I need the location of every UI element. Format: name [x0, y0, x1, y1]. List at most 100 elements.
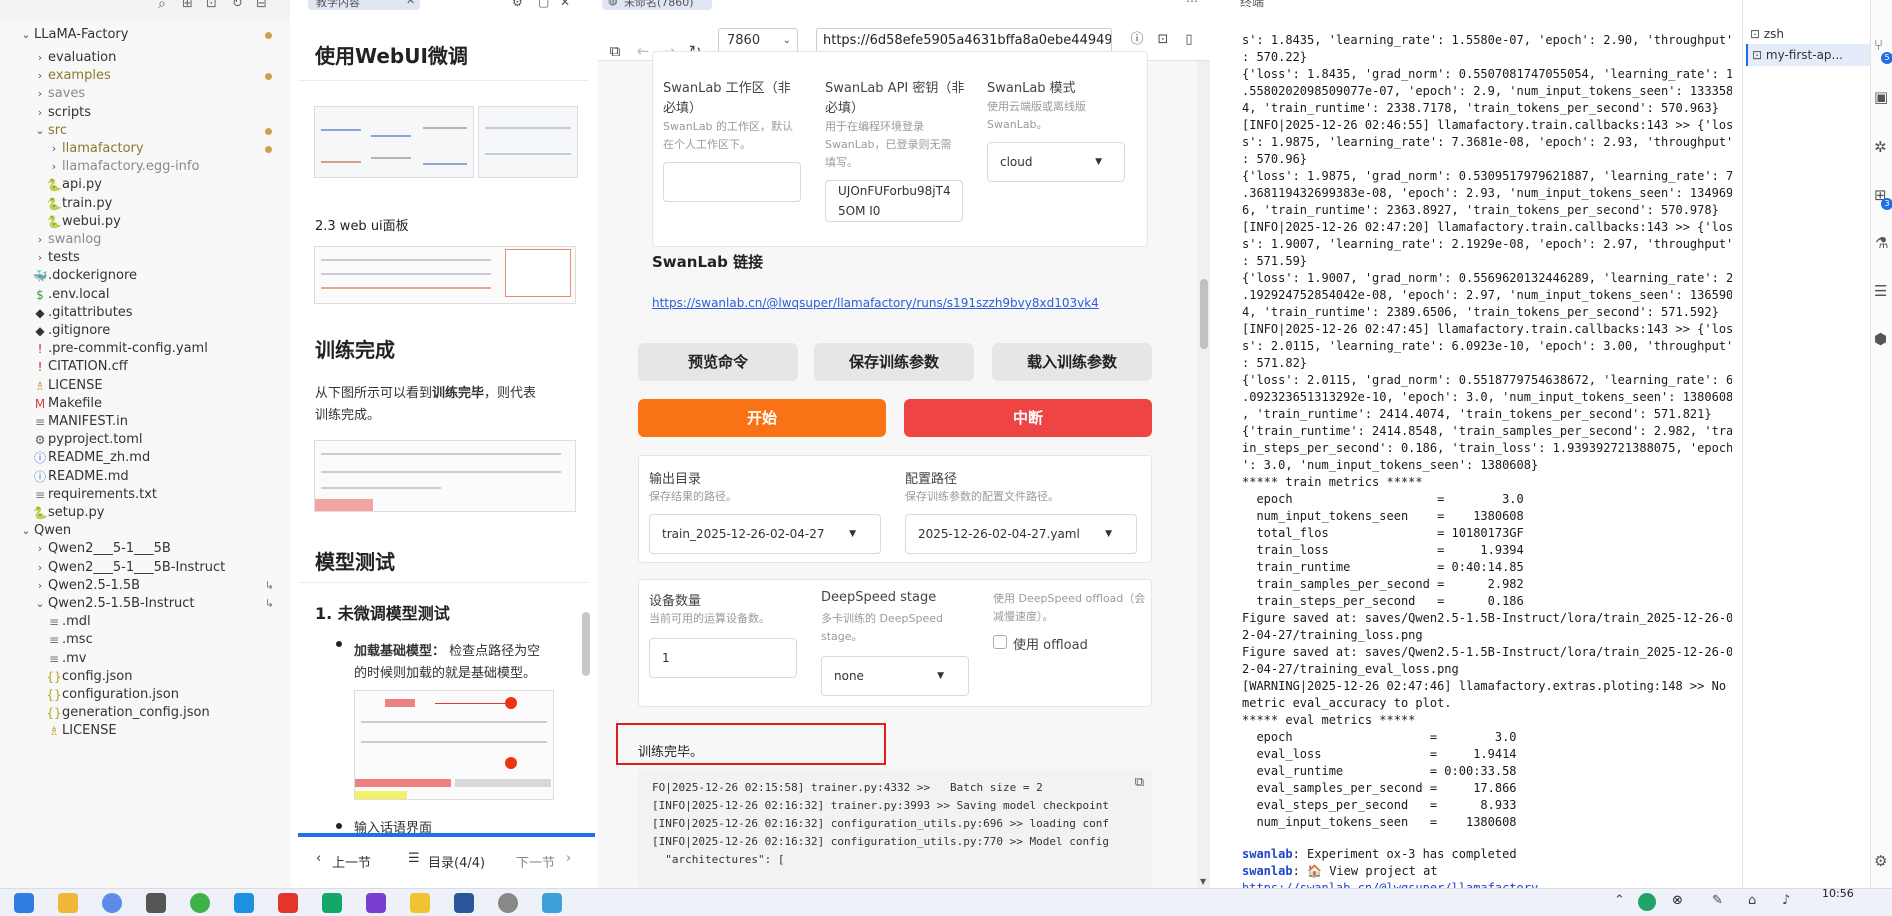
swanlab-project-link[interactable]: https://swanlab.cn/@lwqsuper/llamafactor… — [1242, 880, 1732, 888]
figure-caption: 2.3 web ui面板 — [315, 219, 409, 234]
tray-up-icon[interactable]: ⌃ — [1614, 893, 1625, 908]
swanlab-run-link[interactable]: https://swanlab.cn/@lwqsuper/llamafactor… — [652, 296, 1099, 310]
scroll-down-icon[interactable]: ▼ — [1200, 877, 1206, 886]
open-external-icon[interactable]: ⧉ — [604, 40, 626, 62]
preview-command-button[interactable]: 预览命令 — [638, 343, 798, 381]
device-count-desc: 当前可用的运算设备数。 — [649, 612, 770, 625]
config-path-select[interactable]: 2025-12-26-02-04-27.yaml ▼ — [905, 514, 1137, 554]
settings-app-icon[interactable] — [498, 893, 518, 913]
browser-icon[interactable] — [102, 893, 122, 913]
app-icon-7[interactable] — [454, 893, 474, 913]
offload-checkbox[interactable] — [993, 635, 1007, 649]
list-icon[interactable]: ☰ — [1874, 282, 1887, 300]
source-control-icon[interactable]: ⑂ — [1874, 36, 1883, 54]
config-path-desc: 保存训练参数的配置文件路径。 — [905, 490, 1059, 503]
terminal-tab-label: 终端 — [1240, 0, 1265, 9]
terminal-view-icon[interactable]: ▣ — [1874, 88, 1888, 106]
done-text-3: 训练完成。 — [315, 408, 381, 423]
flask-icon[interactable]: ⚗ — [1875, 234, 1888, 252]
gear-icon[interactable]: ⚙ — [1874, 852, 1887, 870]
next-section-button[interactable]: 下一节 — [516, 852, 555, 871]
mode-select[interactable]: cloud ▼ — [987, 142, 1125, 182]
app-icon-8[interactable] — [542, 893, 562, 913]
terminal-item-zsh[interactable]: ⊡ zsh — [1750, 24, 1870, 44]
app-icon-5[interactable] — [366, 893, 386, 913]
api-key-desc-3: 填写。 — [825, 156, 858, 169]
terminal-line: in_steps_per_second': 0.186, 'train_loss… — [1242, 441, 1732, 455]
refresh-icon[interactable]: ↻ — [232, 0, 243, 11]
done-text-1: 从下图所示可以看到 — [315, 386, 433, 401]
terminal-line: Figure saved at: saves/Qwen2.5-1.5B-Inst… — [1242, 645, 1732, 659]
package-icon[interactable]: ⬢ — [1874, 330, 1887, 348]
tutorial-nav: ‹ 上一节 ☰ 目录(4/4) 下一节 › — [298, 837, 595, 888]
terminal-item-active[interactable]: ⊡ my-first-ap... — [1746, 44, 1870, 66]
tutorial-tab[interactable]: 教学内容 ✕ — [308, 0, 420, 10]
output-dir-select[interactable]: train_2025-12-26-02-04-27 ▼ — [649, 514, 881, 554]
section-title-done: 训练完成 — [315, 338, 395, 362]
mobile-view-icon[interactable]: ▯ — [1178, 29, 1200, 51]
log-line: FO|2025-12-26 02:15:58] trainer.py:4332 … — [652, 781, 1043, 794]
browser-scrollbar-thumb[interactable] — [1200, 279, 1208, 349]
chevron-down-icon: ⌄ — [782, 35, 791, 46]
terminal-tab[interactable]: 终端 — [1240, 0, 1280, 10]
collapse-icon[interactable]: ⊟ — [256, 0, 267, 11]
device-count-input[interactable]: 1 — [649, 638, 797, 678]
devtools-icon[interactable]: ⊡ — [1152, 29, 1174, 51]
tree-root-folder[interactable]: ⌄ LLaMA-Factory — [0, 24, 290, 46]
back-icon[interactable]: ← — [632, 40, 654, 62]
settings-icon[interactable]: ⚙ — [512, 0, 523, 9]
tree-file[interactable]: ♗ LICENSE — [0, 720, 290, 742]
start-icon[interactable] — [14, 893, 34, 913]
swanlab-link-title: SwanLab 链接 — [652, 253, 764, 271]
file-explorer-icon[interactable] — [58, 893, 78, 913]
toc-button[interactable]: 目录(4/4) — [428, 852, 485, 871]
url-text: https://6d58efe5905a4631bffa8a0ebe44949d… — [823, 33, 1112, 48]
search-icon[interactable]: ⌕ — [158, 0, 166, 12]
app-icon-1[interactable] — [146, 893, 166, 913]
app-icon-2[interactable] — [190, 893, 210, 913]
prev-icon[interactable]: ‹ — [316, 851, 321, 866]
terminal-line: : 571.59} — [1242, 254, 1308, 268]
app-icon-3[interactable] — [234, 893, 254, 913]
app-icon-4[interactable] — [322, 893, 342, 913]
load-params-button[interactable]: 载入训练参数 — [992, 343, 1152, 381]
more-icon[interactable]: ⋯ — [1186, 0, 1198, 8]
offload-label: 使用 offload — [1013, 638, 1088, 653]
start-button[interactable]: 开始 — [638, 399, 886, 437]
tray-close-icon[interactable]: ⊗ — [1672, 893, 1683, 908]
source-control-badge: 5 — [1881, 52, 1892, 64]
deepspeed-stage-value: none — [834, 669, 864, 683]
terminal-line: .5580202098509077e-07, 'epoch': 2.9, 'nu… — [1242, 84, 1732, 98]
help-icon[interactable]: ⓘ — [1126, 29, 1148, 51]
close-panel-icon[interactable]: ✕ — [560, 0, 570, 9]
mode-desc-2: SwanLab。 — [987, 118, 1048, 131]
new-folder-icon[interactable]: ⊡ — [206, 0, 217, 11]
swanlab-tag-2: swanlab — [1242, 864, 1293, 878]
stop-button[interactable]: 中断 — [904, 399, 1152, 437]
next-icon[interactable]: › — [566, 851, 571, 866]
prev-section-button[interactable]: 上一节 — [332, 852, 371, 871]
workspace-input[interactable] — [663, 162, 801, 202]
wps-icon[interactable] — [278, 893, 298, 913]
tray-network-icon[interactable]: ⌂ — [1748, 893, 1756, 908]
close-icon[interactable]: ✕ — [406, 0, 415, 7]
terminal-line: Figure saved at: saves/Qwen2.5-1.5B-Inst… — [1242, 611, 1732, 625]
training-status-text: 训练完毕。 — [638, 745, 704, 760]
terminal-line: [WARNING|2025-12-26 02:47:46] llamafacto… — [1242, 679, 1727, 693]
tray-volume-icon[interactable]: ♪ — [1782, 893, 1790, 908]
app-icon-6[interactable] — [410, 893, 430, 913]
api-key-input[interactable]: UJOnFUForbu98jT4 5OM I0 — [825, 180, 963, 222]
api-key-desc-2: SwanLab，已登录则无需 — [825, 138, 952, 151]
debug-icon[interactable]: ✲ — [1874, 138, 1887, 156]
tray-wechat-icon[interactable] — [1638, 893, 1656, 911]
new-file-icon[interactable]: ⊞ — [182, 0, 193, 11]
taskbar: ⌃ ⊗ ✎ ⌂ ♪ 10:56 — [0, 887, 1892, 916]
window-icon[interactable]: ▢ — [538, 0, 549, 9]
tray-pen-icon[interactable]: ✎ — [1712, 893, 1723, 908]
browser-tab[interactable]: ◍ 未命名(7860) — [602, 0, 712, 10]
clock-time[interactable]: 10:56 — [1822, 887, 1854, 900]
tutorial-scrollbar[interactable] — [582, 612, 590, 676]
deepspeed-stage-select[interactable]: none ▼ — [821, 656, 969, 696]
save-params-button[interactable]: 保存训练参数 — [814, 343, 974, 381]
terminal-line: [INFO|2025-12-26 02:47:20] llamafactory.… — [1242, 220, 1732, 234]
